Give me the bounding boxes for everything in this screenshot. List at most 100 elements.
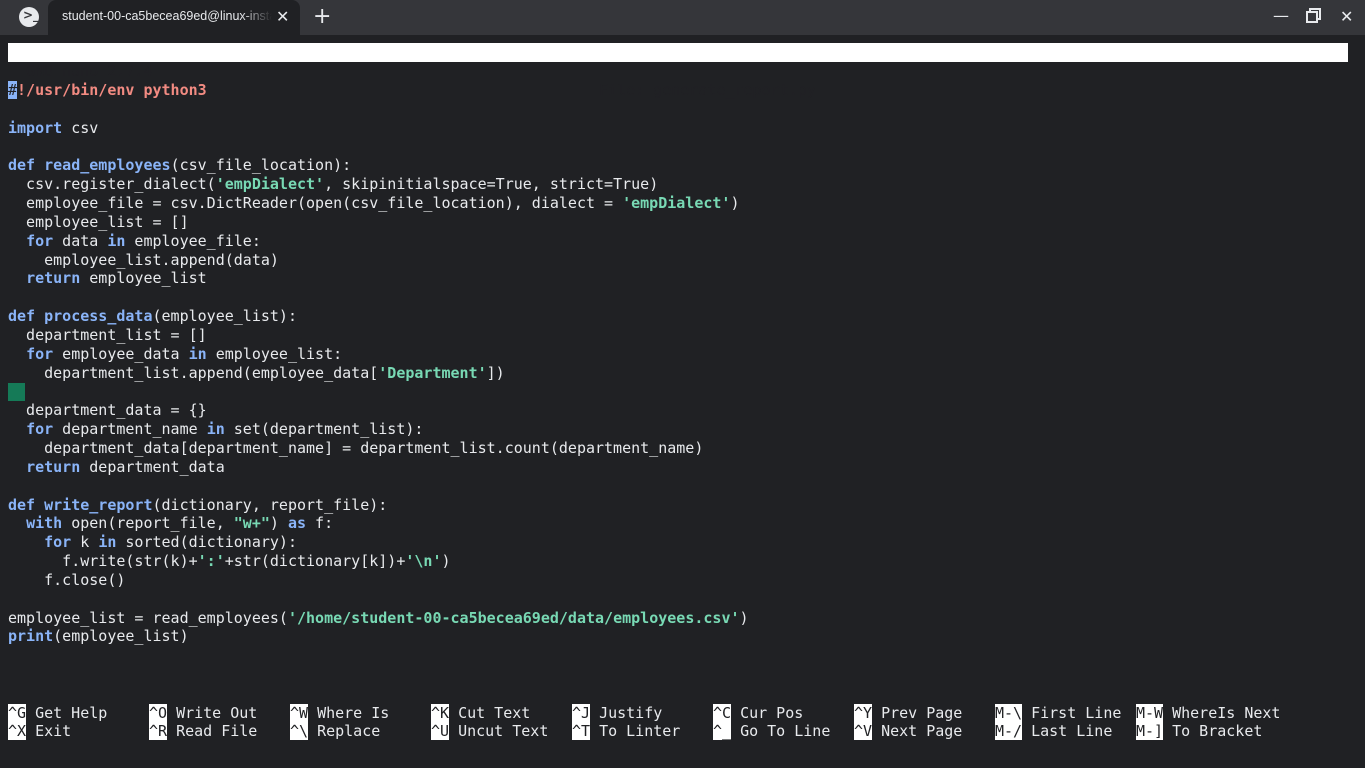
shortcut-item[interactable]: ^U Uncut Text (431, 722, 548, 740)
code-line[interactable]: for employee_data in employee_list: (8, 345, 1358, 364)
code-line[interactable]: department_list = [] (8, 326, 1358, 345)
shortcut-item[interactable]: M-W WhereIs Next (1136, 704, 1280, 722)
code-line[interactable] (8, 288, 1358, 307)
shortcut-item[interactable]: ^W Where Is (290, 704, 389, 722)
code-line[interactable] (8, 100, 1358, 119)
shortcut-key: ^Y (854, 704, 873, 722)
code-line[interactable]: employee_file = csv.DictReader(open(csv_… (8, 194, 1358, 213)
shortcut-label: Justify (599, 704, 663, 722)
terminal-window[interactable]: GNU nano 2.7.4 File: generate_report.py … (0, 35, 1365, 768)
code-token: k (71, 533, 99, 552)
shortcut-item[interactable]: ^Y Prev Page (854, 704, 962, 722)
code-line[interactable]: department_list.append(employee_data['De… (8, 364, 1358, 383)
code-line[interactable]: for k in sorted(dictionary): (8, 533, 1358, 552)
code-line[interactable]: csv.register_dialect('empDialect', skipi… (8, 175, 1358, 194)
code-token: read_employees (44, 156, 171, 175)
code-line[interactable]: print(employee_list) (8, 627, 1358, 646)
shortcut-item[interactable]: ^T To Linter (572, 722, 680, 740)
minimize-button[interactable]: — (1273, 6, 1289, 25)
shortcut-item[interactable]: ^C Cur Pos (713, 704, 803, 722)
code-token: ) (269, 514, 288, 533)
code-token: f.close() (8, 570, 126, 589)
code-token: for (26, 420, 54, 439)
shortcut-item[interactable]: ^_ Go To Line (713, 722, 830, 740)
code-token: ]) (486, 363, 505, 382)
code-line[interactable]: return department_data (8, 458, 1358, 477)
code-token: '\n' (405, 552, 442, 571)
shortcut-item[interactable]: ^K Cut Text (431, 704, 530, 722)
shortcut-label: Exit (35, 722, 72, 740)
code-line[interactable]: def read_employees(csv_file_location): (8, 156, 1358, 175)
code-token: in (188, 344, 207, 363)
shortcut-label: Cur Pos (740, 704, 804, 722)
shortcut-label: Get Help (35, 704, 108, 722)
terminal-tab[interactable]: student-00-ca5becea69ed@linux-instance ✕ (48, 0, 300, 35)
text-cursor (8, 382, 25, 401)
code-token: employee_list (80, 269, 207, 288)
code-line[interactable]: with open(report_file, "w+") as f: (8, 514, 1358, 533)
code-token: employee_data (53, 344, 189, 363)
code-token: ':' (197, 552, 225, 571)
shortcut-key: ^C (713, 704, 732, 722)
code-token: ) (441, 552, 451, 571)
code-line[interactable]: def write_report(dictionary, report_file… (8, 496, 1358, 515)
code-token: def (8, 156, 36, 175)
shortcut-item[interactable]: ^X Exit (8, 722, 71, 740)
code-line[interactable]: department_data[department_name] = depar… (8, 439, 1358, 458)
code-line[interactable] (8, 382, 1358, 402)
shortcut-item[interactable]: ^\ Replace (290, 722, 380, 740)
shortcut-item[interactable]: ^O Write Out (149, 704, 257, 722)
shortcut-item[interactable]: M-\ First Line (995, 704, 1121, 722)
code-token: in (98, 533, 117, 552)
code-token: print (8, 627, 54, 646)
new-tab-button[interactable]: + (313, 4, 331, 29)
shortcut-item[interactable]: M-/ Last Line (995, 722, 1112, 740)
restore-button[interactable] (1306, 8, 1321, 23)
code-token: (employee_list) (53, 627, 189, 646)
shortcut-item[interactable]: ^R Read File (149, 722, 257, 740)
code-line[interactable] (8, 590, 1358, 609)
shortcut-key: ^T (572, 722, 591, 740)
code-line[interactable]: #!/usr/bin/env python3 (8, 81, 1358, 100)
shortcut-key: M-/ (995, 722, 1023, 740)
close-tab-icon[interactable]: ✕ (276, 7, 289, 26)
shortcut-key: M-W (1136, 704, 1164, 722)
code-line[interactable]: import csv (8, 119, 1358, 138)
code-token: employee_list: (206, 344, 343, 363)
shortcut-label: Uncut Text (458, 722, 549, 740)
code-line[interactable] (8, 138, 1358, 157)
shortcut-item[interactable]: M-] To Bracket (1136, 722, 1262, 740)
shortcut-item[interactable]: ^G Get Help (8, 704, 107, 722)
code-line[interactable] (8, 477, 1358, 496)
code-line[interactable]: employee_list.append(data) (8, 251, 1358, 270)
code-line[interactable]: def process_data(employee_list): (8, 307, 1358, 326)
shortcut-key: ^G (8, 704, 27, 722)
shortcut-key: M-] (1136, 722, 1164, 740)
code-line[interactable]: f.close() (8, 571, 1358, 590)
code-token: def (8, 307, 36, 326)
code-line[interactable]: employee_list = [] (8, 213, 1358, 232)
close-window-button[interactable]: ✕ (1340, 7, 1353, 26)
code-token: for (26, 344, 54, 363)
code-line[interactable]: f.write(str(k)+':'+str(dictionary[k])+'\… (8, 552, 1358, 571)
code-line[interactable]: department_data = {} (8, 401, 1358, 420)
code-editor[interactable]: #!/usr/bin/env python3 import csv def read… (8, 81, 1358, 646)
code-line[interactable]: for data in employee_file: (8, 232, 1358, 251)
code-token: , skipinitialspace=True, strict=True) (324, 175, 659, 194)
code-token: department_data[department_name] = depar… (8, 439, 704, 458)
shortcut-label: Where Is (317, 704, 390, 722)
code-token: employee_list = [] (8, 212, 189, 231)
code-line[interactable]: return employee_list (8, 269, 1358, 288)
shortcut-item[interactable]: ^V Next Page (854, 722, 962, 740)
code-line[interactable]: employee_list = read_employees('/home/st… (8, 609, 1358, 628)
shortcut-item[interactable]: ^J Justify (572, 704, 662, 722)
shortcut-key: ^X (8, 722, 27, 740)
code-line[interactable]: for department_name in set(department_li… (8, 420, 1358, 439)
shortcut-label: Read File (176, 722, 258, 740)
